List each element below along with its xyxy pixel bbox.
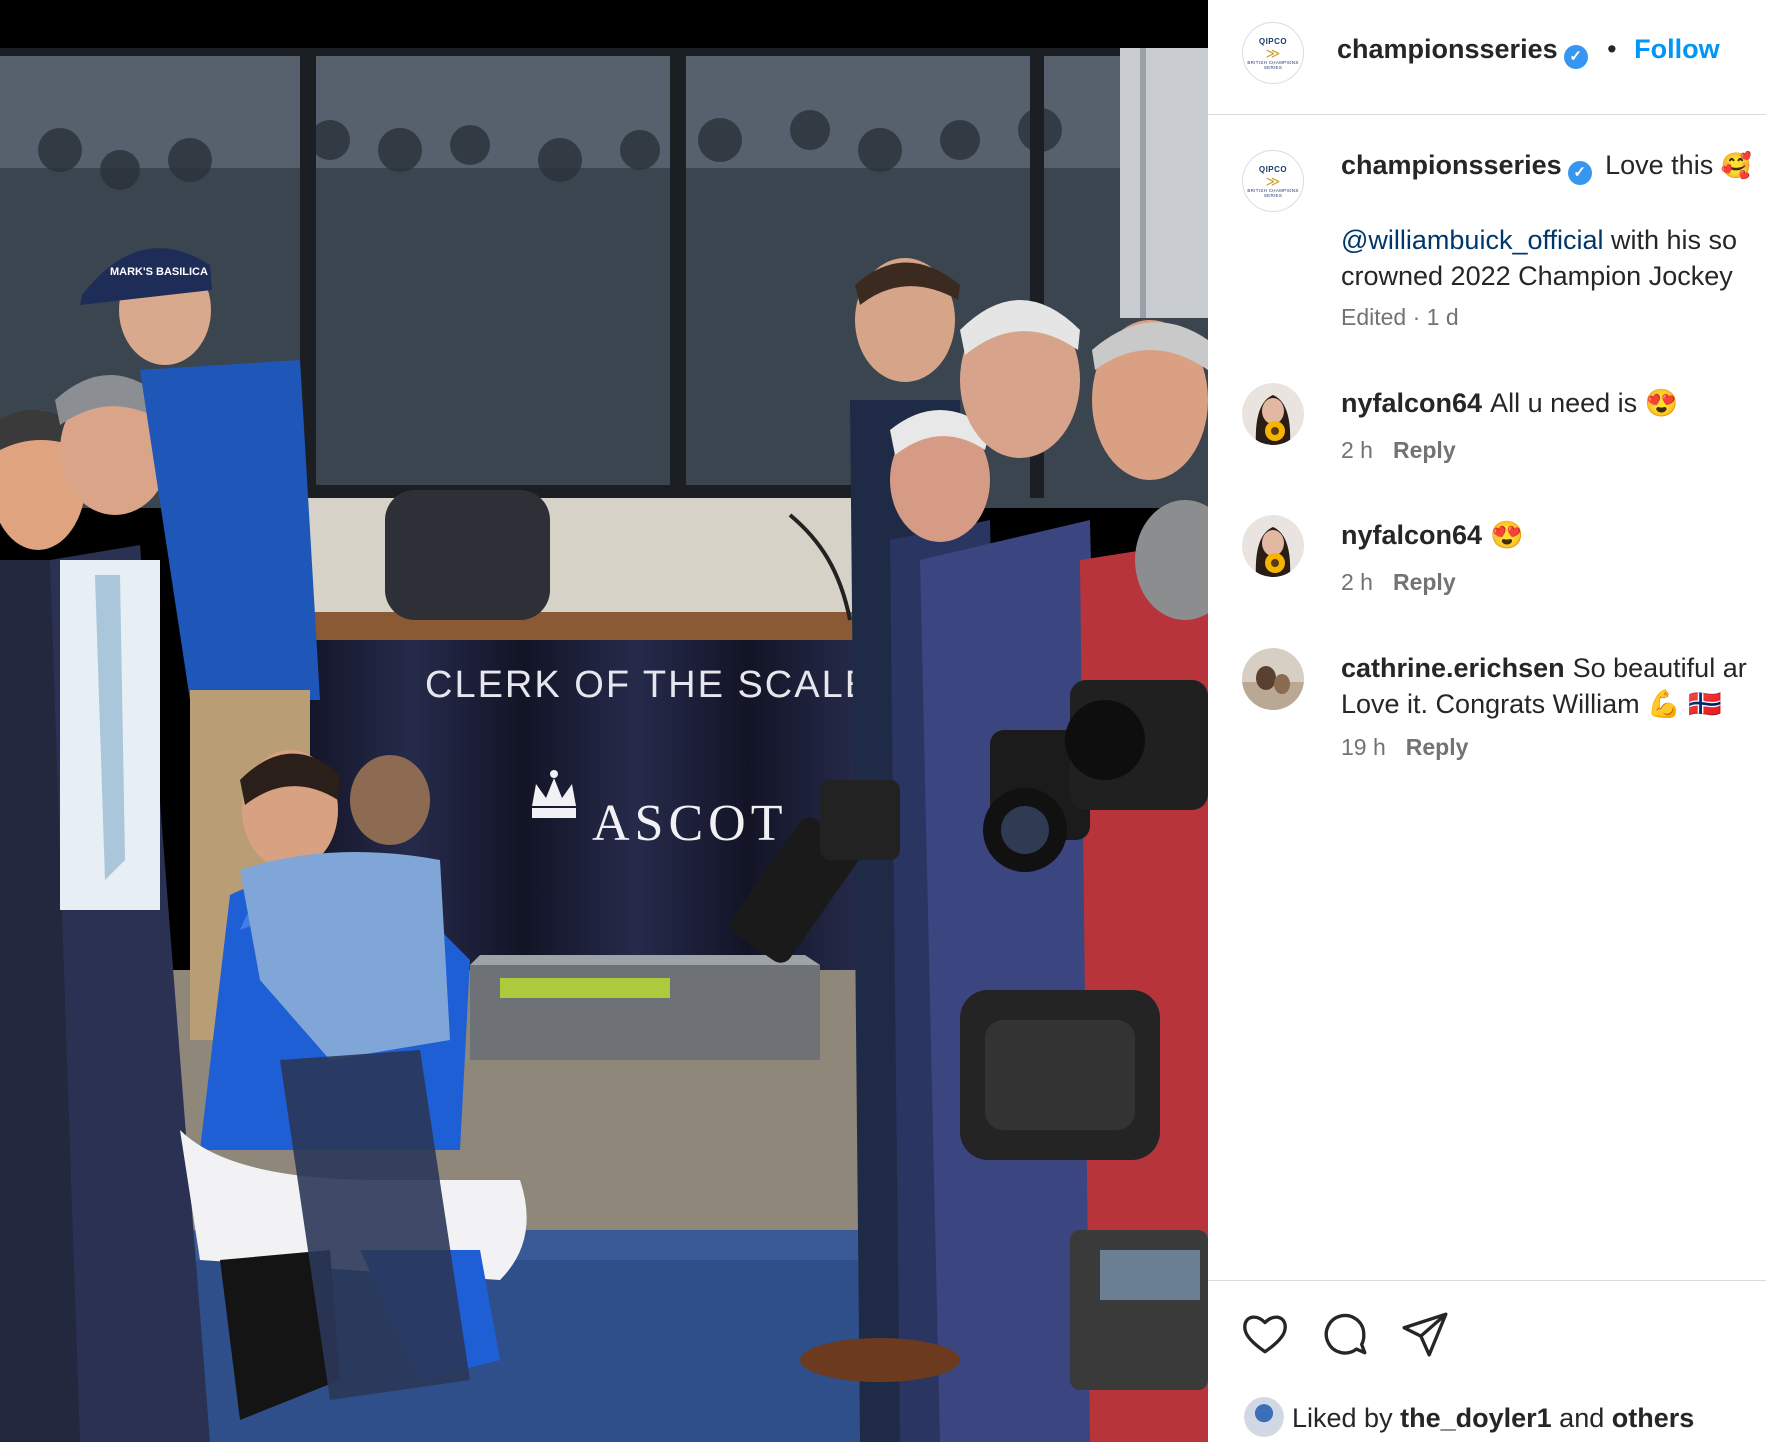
comment-time: 2 h bbox=[1341, 437, 1373, 463]
header-line: championsseries ✓ • Follow bbox=[1337, 34, 1720, 69]
caption-username[interactable]: championsseries bbox=[1341, 150, 1562, 180]
comment-meta: 2 h Reply bbox=[1341, 569, 1456, 596]
post-header: QIPCO ≫ BRITISH CHAMPIONS SERIES champio… bbox=[1208, 0, 1766, 115]
commenter-avatar[interactable] bbox=[1242, 648, 1304, 710]
header-separator: • bbox=[1607, 34, 1617, 64]
reply-button[interactable]: Reply bbox=[1393, 437, 1456, 463]
comment-meta: 2 h Reply bbox=[1341, 437, 1456, 464]
logo-bottom-text: BRITISH CHAMPIONS SERIES bbox=[1247, 59, 1299, 70]
likes-middle: and bbox=[1559, 1403, 1605, 1433]
reply-button[interactable]: Reply bbox=[1406, 734, 1469, 760]
verified-badge-icon: ✓ bbox=[1563, 45, 1588, 69]
liker-username[interactable]: the_doyler1 bbox=[1400, 1403, 1552, 1433]
photo-scene: CLERK OF THE SCALE ASCOT MARK'S BASILICA bbox=[0, 0, 1208, 1442]
comment-text: All u need is 😍 bbox=[1490, 388, 1679, 418]
comment-text: So beautiful ar bbox=[1572, 653, 1747, 683]
caption-body: @williambuick_official with his so crown… bbox=[1341, 222, 1737, 294]
likes-summary[interactable]: Liked by the_doyler1 and others bbox=[1244, 1397, 1694, 1437]
comment-line: nyfalcon64 All u need is 😍 bbox=[1341, 385, 1678, 421]
caption-avatar[interactable]: QIPCO ≫ BRITISH CHAMPIONS SERIES bbox=[1242, 150, 1304, 212]
comment-line: nyfalcon64 😍 bbox=[1341, 517, 1524, 553]
post-actions: Liked by the_doyler1 and others bbox=[1208, 1280, 1766, 1442]
account-username[interactable]: championsseries bbox=[1337, 34, 1558, 64]
caption-text: Love this bbox=[1605, 150, 1714, 180]
likes-others-link[interactable]: others bbox=[1612, 1403, 1695, 1433]
caption-text-after-mention: with his so bbox=[1611, 225, 1738, 255]
comment-text-line-2: Love it. Congrats William 💪 🇳🇴 bbox=[1341, 689, 1722, 719]
comment-meta: 19 h Reply bbox=[1341, 734, 1468, 761]
commenter-avatar[interactable] bbox=[1242, 515, 1304, 577]
comment-time: 19 h bbox=[1341, 734, 1386, 760]
post-side-panel: QIPCO ≫ BRITISH CHAMPIONS SERIES champio… bbox=[1208, 0, 1766, 1442]
comment-line: cathrine.erichsen So beautiful ar Love it… bbox=[1341, 650, 1747, 722]
share-icon[interactable] bbox=[1400, 1309, 1450, 1359]
caption-meta: Edited · 1 d bbox=[1341, 304, 1459, 330]
comment-icon[interactable] bbox=[1320, 1309, 1370, 1359]
logo-bottom-text: BRITISH CHAMPIONS SERIES bbox=[1247, 187, 1299, 198]
verified-badge-icon: ✓ bbox=[1567, 161, 1592, 185]
comment-username[interactable]: nyfalcon64 bbox=[1341, 520, 1482, 550]
caption-first-line: championsseries ✓ Love this 🥰 bbox=[1341, 150, 1752, 185]
wing-icon: ≫ bbox=[1265, 44, 1281, 61]
comment-username[interactable]: nyfalcon64 bbox=[1341, 388, 1482, 418]
reply-button[interactable]: Reply bbox=[1393, 569, 1456, 595]
caption-mention-link[interactable]: @williambuick_official bbox=[1341, 225, 1604, 255]
caption-line-2: crowned 2022 Champion Jockey bbox=[1341, 261, 1733, 291]
banner-clerk-text: CLERK OF THE SCALE bbox=[425, 664, 872, 706]
comment-time: 2 h bbox=[1341, 569, 1373, 595]
comment-username[interactable]: cathrine.erichsen bbox=[1341, 653, 1565, 683]
post-photo[interactable]: CLERK OF THE SCALE ASCOT MARK'S BASILICA bbox=[0, 0, 1208, 1442]
caption-emoji: 🥰 bbox=[1720, 152, 1752, 180]
likes-prefix: Liked by bbox=[1292, 1403, 1393, 1433]
follow-button[interactable]: Follow bbox=[1634, 34, 1719, 64]
wing-icon: ≫ bbox=[1265, 172, 1281, 189]
commenter-avatar[interactable] bbox=[1242, 383, 1304, 445]
comment-text: 😍 bbox=[1490, 520, 1524, 550]
account-avatar[interactable]: QIPCO ≫ BRITISH CHAMPIONS SERIES bbox=[1242, 22, 1304, 84]
banner-ascot-text: ASCOT bbox=[592, 795, 787, 852]
liker-avatar bbox=[1244, 1397, 1284, 1437]
heart-icon[interactable] bbox=[1240, 1309, 1290, 1359]
cap-text: MARK'S BASILICA bbox=[110, 266, 208, 278]
